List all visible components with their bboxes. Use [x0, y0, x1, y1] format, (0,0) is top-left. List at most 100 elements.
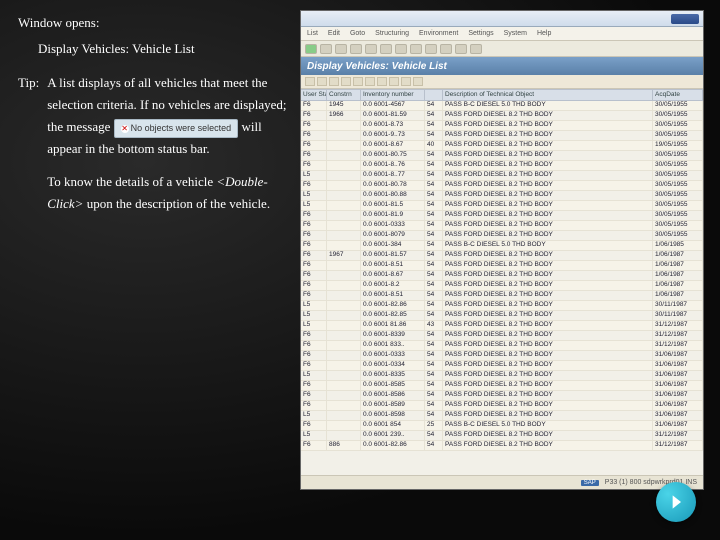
cell — [327, 391, 361, 400]
col-description[interactable]: Description of Technical Object — [443, 90, 653, 100]
cell: PASS FORD DIESEL 8.2 THD BODY — [443, 131, 653, 140]
toolbar-button[interactable] — [380, 44, 392, 54]
table-body: F619450.0 6001-456754PASS B-C DIESEL 5.0… — [301, 101, 703, 451]
cell: 54 — [425, 271, 443, 280]
app-toolbar-button[interactable] — [401, 77, 411, 86]
toolbar-button[interactable] — [440, 44, 452, 54]
table-row[interactable]: F60.0 6001-8.5154PASS FORD DIESEL 8.2 TH… — [301, 291, 703, 301]
toolbar-button[interactable] — [410, 44, 422, 54]
col-inventory-number[interactable]: Inventory number — [361, 90, 425, 100]
table-row[interactable]: L50.0 6001-81.554PASS FORD DIESEL 8.2 TH… — [301, 201, 703, 211]
cell: L5 — [301, 191, 327, 200]
toolbar-button[interactable] — [350, 44, 362, 54]
table-row[interactable]: L50.0 6001-833554PASS FORD DIESEL 8.2 TH… — [301, 371, 703, 381]
app-toolbar-button[interactable] — [341, 77, 351, 86]
cell: F6 — [301, 181, 327, 190]
table-row[interactable]: F60.0 6001-8.254PASS FORD DIESEL 8.2 THD… — [301, 281, 703, 291]
table-row[interactable]: F60.0 6001-38454PASS B-C DIESEL 5.0 THD … — [301, 241, 703, 251]
table-row[interactable]: L50.0 6001-80.8854PASS FORD DIESEL 8.2 T… — [301, 191, 703, 201]
table-row[interactable]: F60.0 6001-8.5154PASS FORD DIESEL 8.2 TH… — [301, 261, 703, 271]
cell: PASS FORD DIESEL 8.2 THD BODY — [443, 141, 653, 150]
cell: 30/05/1955 — [653, 171, 703, 180]
table-row[interactable]: F60.0 6001 833..54PASS FORD DIESEL 8.2 T… — [301, 341, 703, 351]
app-toolbar-button[interactable] — [389, 77, 399, 86]
table-row[interactable]: L50.0 6001-82.8554PASS FORD DIESEL 8.2 T… — [301, 311, 703, 321]
table-row[interactable]: F60.0 6001-8..7654PASS FORD DIESEL 8.2 T… — [301, 161, 703, 171]
toolbar-button[interactable] — [470, 44, 482, 54]
next-button[interactable] — [656, 482, 696, 522]
cell — [327, 341, 361, 350]
cell: L5 — [301, 321, 327, 330]
cell: F6 — [301, 161, 327, 170]
table-row[interactable]: F60.0 6001-033354PASS FORD DIESEL 8.2 TH… — [301, 221, 703, 231]
table-row[interactable]: F60.0 6001 85425PASS B-C DIESEL 5.0 THD … — [301, 421, 703, 431]
table-row[interactable]: F60.0 6001-858554PASS FORD DIESEL 8.2 TH… — [301, 381, 703, 391]
cell — [327, 231, 361, 240]
cell: 30/11/1987 — [653, 311, 703, 320]
cell: 31/12/1987 — [653, 441, 703, 450]
table-row[interactable]: F60.0 6001-833954PASS FORD DIESEL 8.2 TH… — [301, 331, 703, 341]
menu-item[interactable]: System — [504, 30, 527, 37]
table-row[interactable]: L50.0 6001-859854PASS FORD DIESEL 8.2 TH… — [301, 411, 703, 421]
cell: PASS B-C DIESEL 5.0 THD BODY — [443, 101, 653, 110]
table-row[interactable]: L50.0 6001 81.8643PASS FORD DIESEL 8.2 T… — [301, 321, 703, 331]
cell: 0.0 6001-8..76 — [361, 161, 425, 170]
cell: PASS FORD DIESEL 8.2 THD BODY — [443, 361, 653, 370]
toolbar-button[interactable] — [395, 44, 407, 54]
cell: L5 — [301, 201, 327, 210]
menu-item[interactable]: Edit — [328, 30, 340, 37]
table-row[interactable]: F60.0 6001-8.6740PASS FORD DIESEL 8.2 TH… — [301, 141, 703, 151]
cell: 0.0 6001-82.85 — [361, 311, 425, 320]
table-row[interactable]: L50.0 6001 239..54PASS FORD DIESEL 8.2 T… — [301, 431, 703, 441]
menu-item[interactable]: Goto — [350, 30, 365, 37]
tip-text-2c: upon the description of the vehicle. — [87, 196, 270, 211]
col-user-status[interactable]: User Status — [301, 90, 327, 100]
table-row[interactable]: F60.0 6001-807954PASS FORD DIESEL 8.2 TH… — [301, 231, 703, 241]
col-acqdate[interactable]: AcqDate — [653, 90, 703, 100]
cell: PASS FORD DIESEL 8.2 THD BODY — [443, 311, 653, 320]
app-toolbar-button[interactable] — [377, 77, 387, 86]
toolbar-button[interactable] — [335, 44, 347, 54]
col-blank[interactable] — [425, 90, 443, 100]
app-toolbar-button[interactable] — [353, 77, 363, 86]
table-row[interactable]: L50.0 6001-82.8654PASS FORD DIESEL 8.2 T… — [301, 301, 703, 311]
menu-item[interactable]: List — [307, 30, 318, 37]
enter-icon[interactable] — [305, 44, 317, 54]
toolbar-button[interactable] — [320, 44, 332, 54]
table-row[interactable]: F60.0 6001-8.6754PASS FORD DIESEL 8.2 TH… — [301, 271, 703, 281]
table-row[interactable]: F60.0 6001-80.7554PASS FORD DIESEL 8.2 T… — [301, 151, 703, 161]
cell: PASS FORD DIESEL 8.2 THD BODY — [443, 181, 653, 190]
toolbar-button[interactable] — [365, 44, 377, 54]
table-row[interactable]: F60.0 6001-858654PASS FORD DIESEL 8.2 TH… — [301, 391, 703, 401]
app-toolbar-button[interactable] — [305, 77, 315, 86]
toolbar-button[interactable] — [455, 44, 467, 54]
cell: 0.0 6001-81.59 — [361, 111, 425, 120]
menu-item[interactable]: Settings — [468, 30, 493, 37]
app-toolbar-button[interactable] — [329, 77, 339, 86]
cell — [327, 321, 361, 330]
cell: 0.0 6001-8.67 — [361, 141, 425, 150]
table-row[interactable]: F60.0 6001-033454PASS FORD DIESEL 8.2 TH… — [301, 361, 703, 371]
cell: 31/12/1987 — [653, 331, 703, 340]
menu-item[interactable]: Help — [537, 30, 551, 37]
window-title: Display Vehicles: Vehicle List — [38, 38, 288, 60]
table-row[interactable]: F60.0 6001-9..7354PASS FORD DIESEL 8.2 T… — [301, 131, 703, 141]
table-row[interactable]: F68860.0 6001-82.8654PASS FORD DIESEL 8.… — [301, 441, 703, 451]
table-row[interactable]: F60.0 6001-858954PASS FORD DIESEL 8.2 TH… — [301, 401, 703, 411]
table-row[interactable]: F60.0 6001-80.7854PASS FORD DIESEL 8.2 T… — [301, 181, 703, 191]
table-row[interactable]: F619660.0 6001-81.5954PASS FORD DIESEL 8… — [301, 111, 703, 121]
app-toolbar-button[interactable] — [365, 77, 375, 86]
table-row[interactable]: F60.0 6001-8.7354PASS FORD DIESEL 8.2 TH… — [301, 121, 703, 131]
table-row[interactable]: F60.0 6001-81.954PASS FORD DIESEL 8.2 TH… — [301, 211, 703, 221]
table-row[interactable]: F619450.0 6001-456754PASS B-C DIESEL 5.0… — [301, 101, 703, 111]
table-row[interactable]: F619670.0 6001-81.5754PASS FORD DIESEL 8… — [301, 251, 703, 261]
toolbar-button[interactable] — [425, 44, 437, 54]
app-toolbar-button[interactable] — [317, 77, 327, 86]
cell: L5 — [301, 311, 327, 320]
col-constrn[interactable]: Constrn — [327, 90, 361, 100]
table-row[interactable]: F60.0 6001-033354PASS FORD DIESEL 8.2 TH… — [301, 351, 703, 361]
menu-item[interactable]: Environment — [419, 30, 458, 37]
menu-item[interactable]: Structuring — [375, 30, 409, 37]
app-toolbar-button[interactable] — [413, 77, 423, 86]
table-row[interactable]: L50.0 6001-8..7754PASS FORD DIESEL 8.2 T… — [301, 171, 703, 181]
